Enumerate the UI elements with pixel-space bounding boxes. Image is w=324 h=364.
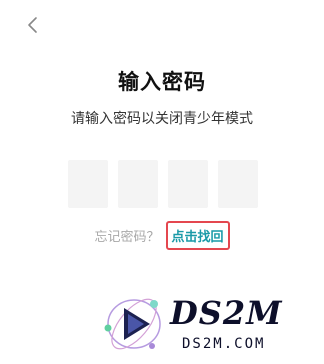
forgot-password-row: 忘记密码？ 点击找回 [0, 221, 324, 250]
watermark: DS2M DS2M.COM [100, 284, 320, 360]
password-code-input[interactable] [68, 160, 258, 208]
back-button[interactable] [18, 10, 48, 40]
page-title: 输入密码 [118, 70, 206, 94]
code-box-3[interactable] [168, 160, 208, 208]
code-box-2[interactable] [118, 160, 158, 208]
retrieve-password-link[interactable]: 点击找回 [165, 221, 230, 250]
code-box-1[interactable] [68, 160, 108, 208]
forgot-password-label: 忘记密码？ [94, 230, 160, 245]
watermark-domain: DS2M.COM [182, 336, 266, 352]
play-logo-icon [104, 298, 161, 350]
page-subtitle: 请输入密码以关闭青少年模式 [71, 111, 253, 127]
watermark-brand: DS2M [170, 294, 283, 332]
code-box-4[interactable] [218, 160, 258, 208]
chevron-left-icon [28, 17, 37, 33]
